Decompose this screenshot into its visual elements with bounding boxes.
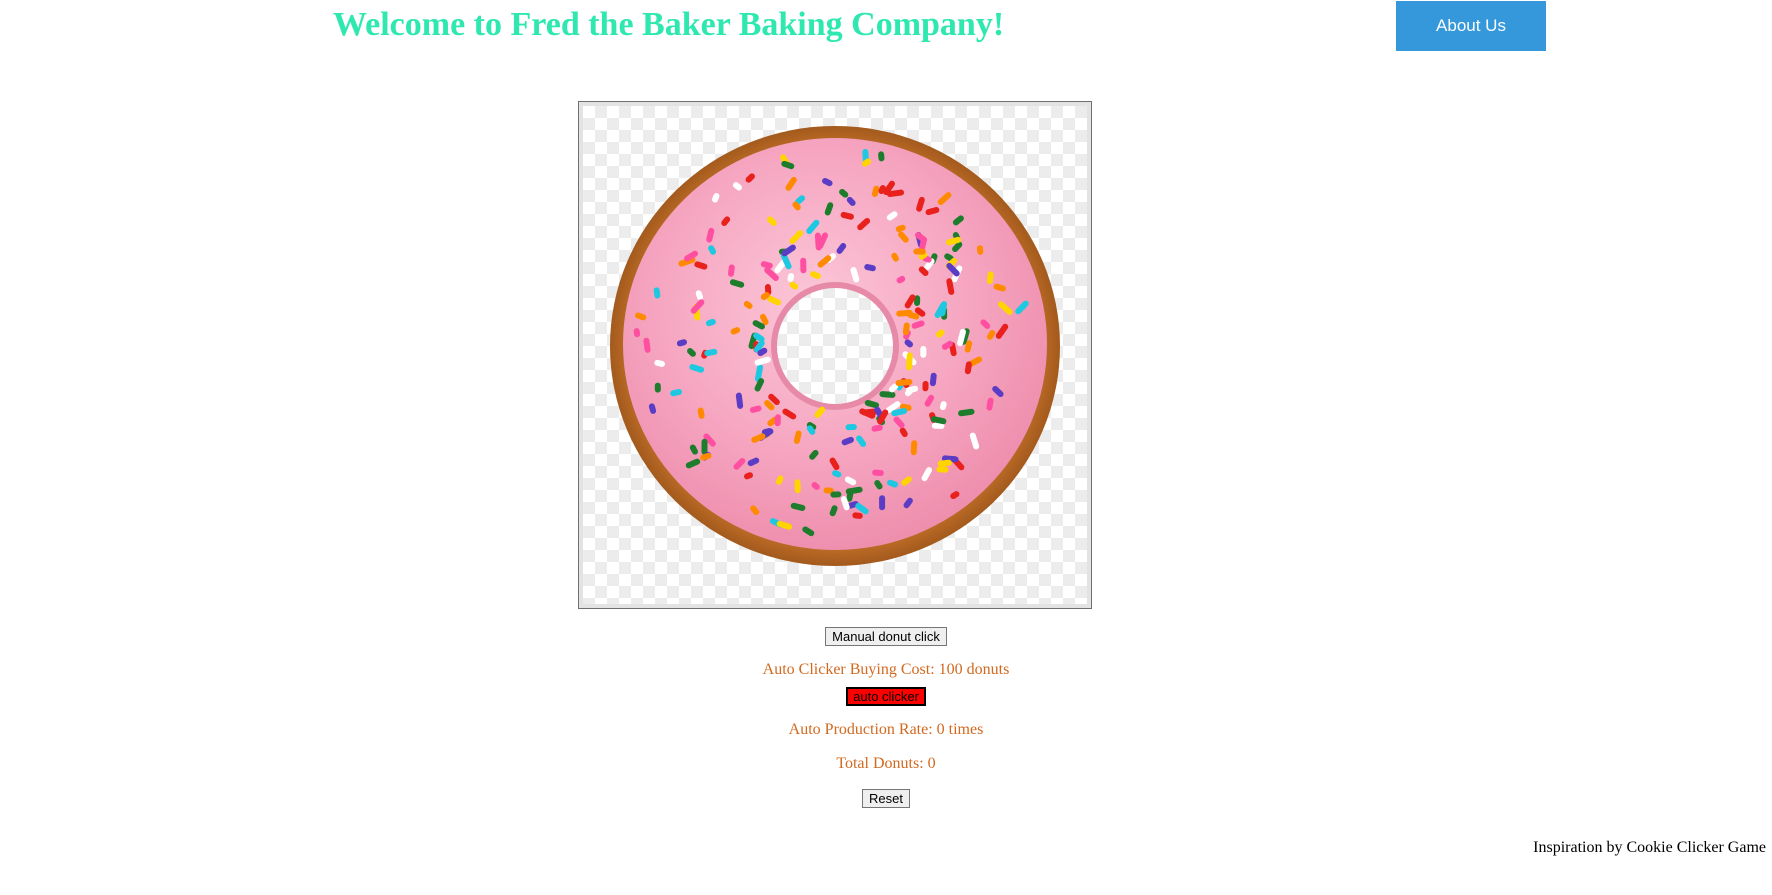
sprinkle [774, 414, 781, 427]
auto-production-rate-text: Auto Production Rate: 0 times [788, 721, 984, 738]
page-title: Welcome to Fred the Baker Baking Company… [333, 6, 1005, 43]
auto-clicker-cost-text: Auto Clicker Buying Cost: 100 donuts [762, 661, 1010, 678]
about-us-button[interactable]: About Us [1396, 1, 1546, 51]
manual-donut-click-button[interactable]: Manual donut click [825, 627, 947, 646]
sprinkle [920, 345, 927, 358]
reset-row: Reset [0, 789, 1772, 808]
sprinkle [906, 352, 913, 371]
total-donuts-row: Total Donuts: 0 [0, 755, 1772, 773]
sprinkle [845, 423, 857, 431]
sprinkle [872, 469, 884, 476]
total-donuts-text: Total Donuts: 0 [836, 755, 936, 772]
reset-button[interactable]: Reset [862, 789, 910, 808]
donut-hole-rim [771, 282, 899, 410]
sprinkle [922, 380, 929, 392]
sprinkle [936, 466, 949, 473]
donut-click-area[interactable] [578, 101, 1092, 609]
sprinkle [913, 248, 926, 255]
auto-clicker-row: auto clicker [0, 687, 1772, 706]
sprinkle [654, 382, 661, 393]
production-rate-row: Auto Production Rate: 0 times [0, 721, 1772, 739]
sprinkle [910, 440, 918, 456]
footer-credit: Inspiration by Cookie Clicker Game [1533, 839, 1766, 856]
donut-image-container [583, 106, 1087, 604]
sprinkle [794, 479, 801, 494]
sprinkle [830, 491, 842, 498]
sprinkle [814, 232, 822, 251]
manual-click-row: Manual donut click [0, 627, 1772, 646]
donut-icon [610, 126, 1060, 566]
sprinkle [800, 257, 807, 274]
auto-clicker-button[interactable]: auto clicker [846, 687, 926, 706]
auto-cost-row: Auto Clicker Buying Cost: 100 donuts [0, 661, 1772, 679]
sprinkle [879, 495, 886, 511]
